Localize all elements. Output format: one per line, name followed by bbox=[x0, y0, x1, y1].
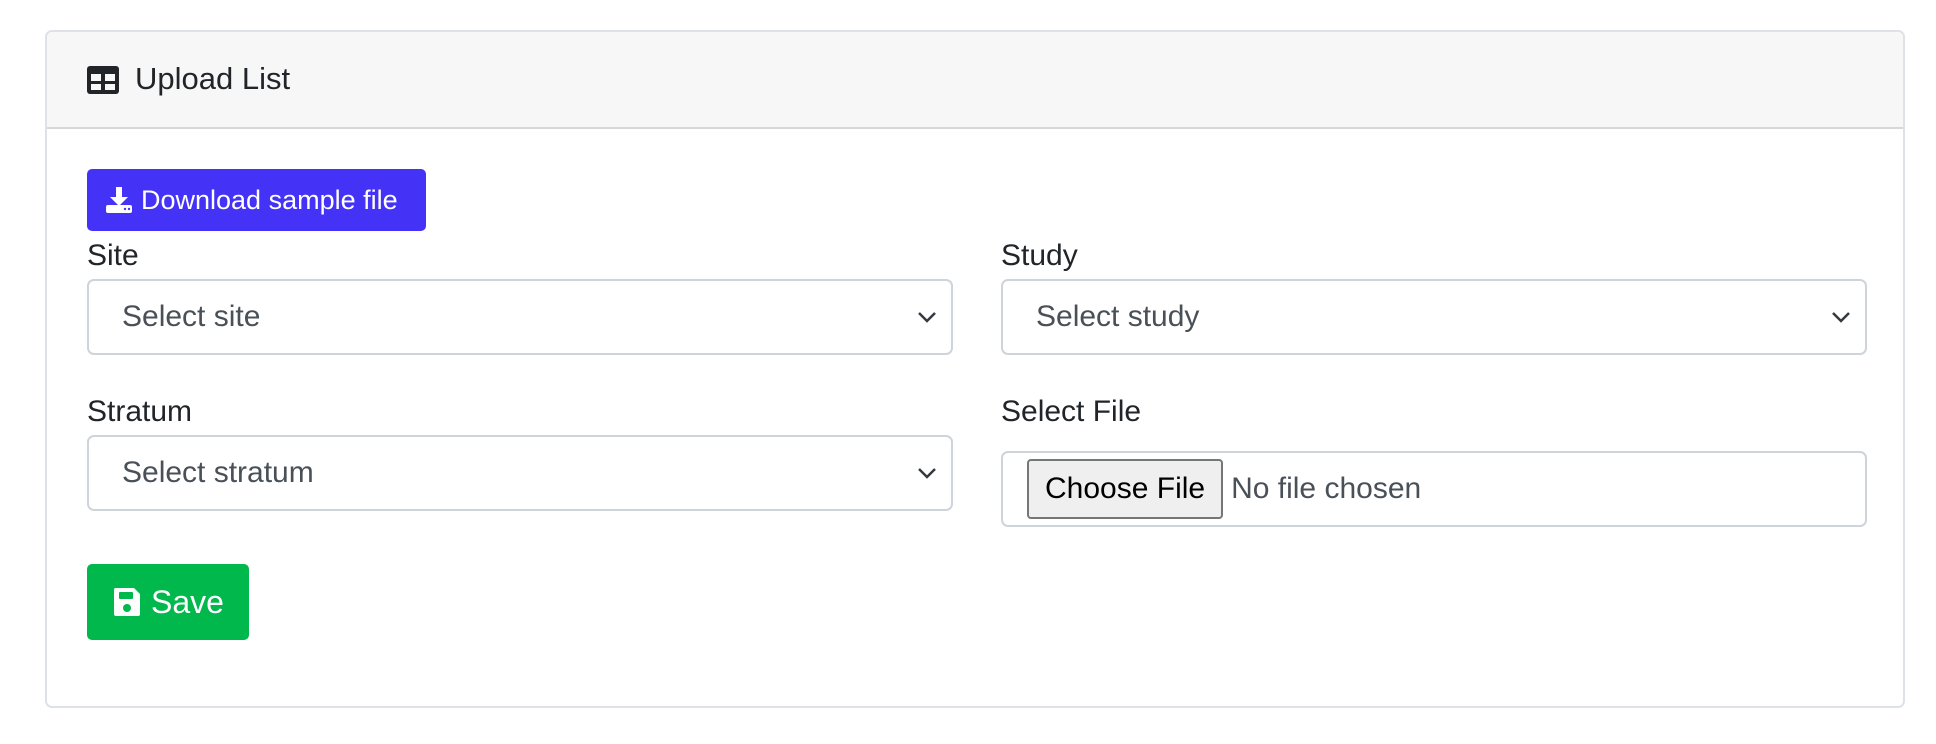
study-select-value: Select study bbox=[1036, 300, 1200, 333]
chevron-down-icon bbox=[1832, 312, 1850, 323]
upload-list-card: Upload List Download sample file Site Se… bbox=[45, 30, 1905, 708]
file-input[interactable]: Choose File No file chosen bbox=[1001, 451, 1867, 527]
choose-file-button[interactable]: Choose File bbox=[1027, 459, 1224, 519]
study-select[interactable]: Select study bbox=[1001, 279, 1867, 355]
card-header: Upload List bbox=[47, 32, 1903, 129]
stratum-select-value: Select stratum bbox=[122, 456, 314, 489]
file-status-text: No file chosen bbox=[1231, 472, 1422, 505]
table-icon bbox=[87, 65, 119, 94]
site-label: Site bbox=[87, 239, 139, 272]
chevron-down-icon bbox=[918, 468, 936, 479]
stratum-select[interactable]: Select stratum bbox=[87, 435, 953, 511]
site-select[interactable]: Select site bbox=[87, 279, 953, 355]
download-icon bbox=[106, 187, 132, 213]
download-sample-file-button[interactable]: Download sample file bbox=[87, 169, 426, 231]
stratum-label: Stratum bbox=[87, 395, 193, 428]
floppy-disk-icon bbox=[113, 588, 140, 616]
select-file-label: Select File bbox=[1001, 395, 1142, 428]
save-button-label: Save bbox=[151, 583, 224, 620]
site-select-value: Select site bbox=[122, 300, 261, 333]
chevron-down-icon bbox=[918, 312, 936, 323]
study-label: Study bbox=[1001, 239, 1078, 272]
save-button[interactable]: Save bbox=[87, 564, 249, 640]
download-button-label: Download sample file bbox=[141, 184, 398, 215]
card-title: Upload List bbox=[135, 60, 291, 96]
